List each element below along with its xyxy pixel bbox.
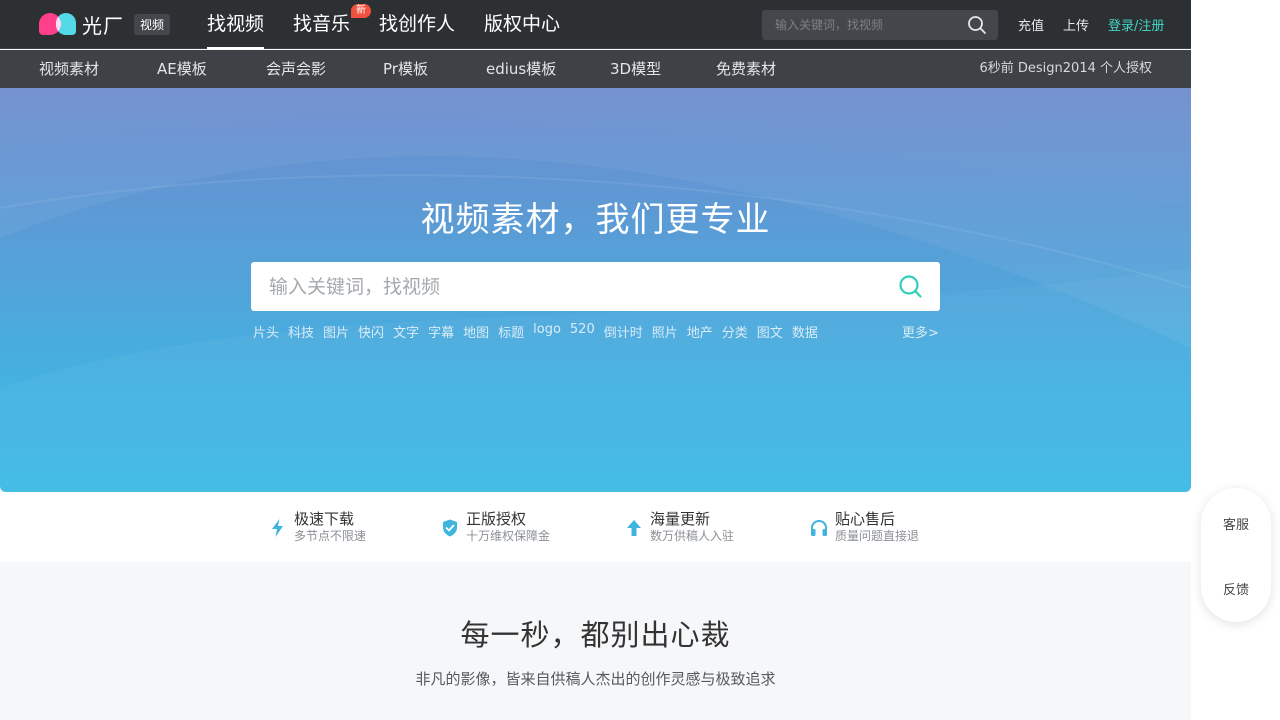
hot-tag[interactable]: 图片 [323, 322, 349, 341]
nav-item-label: 版权中心 [484, 13, 561, 35]
feature-after-sales: 贴心售后 质量问题直接退 [809, 510, 919, 544]
category-3d-models[interactable]: 3D模型 [610, 50, 661, 88]
customer-service-button[interactable]: 客服 [1201, 514, 1271, 533]
nav-item-label: 找音乐 [293, 13, 351, 35]
category-video-footage[interactable]: 视频素材 [39, 50, 99, 88]
top-links: 充值 上传 登录/注册 [1018, 0, 1164, 49]
nav-item-music[interactable]: 找音乐 新 [293, 0, 372, 49]
feature-subtitle: 质量问题直接退 [835, 529, 920, 543]
hot-tag[interactable]: 文字 [393, 322, 419, 341]
section-subtitle: 非凡的影像，皆来自供稿人杰出的创作灵感与极致追求 [415, 670, 776, 688]
hot-tag[interactable]: 分类 [722, 322, 748, 341]
lightning-icon [272, 519, 283, 537]
feature-title: 正版授权 [466, 510, 527, 528]
page: 光厂 视频 找视频 找音乐 新 找创作人 版权中心 输入关键词，找视频 充值 上… [0, 0, 1191, 720]
logo-mark-icon [38, 11, 78, 37]
top-search-box [762, 10, 998, 40]
new-badge: 新 [351, 4, 372, 18]
license-notice: 6秒前 Design2014 个人授权 [979, 61, 1152, 76]
nav-item-label: 找视频 [207, 13, 265, 35]
features-strip: 极速下载 多节点不限速 正版授权 十万维权保障金 海量更新 数万供稿人入驻 贴心… [0, 492, 1191, 562]
feedback-button[interactable]: 反馈 [1201, 579, 1271, 598]
brand-badge: 视频 [134, 13, 171, 35]
hero-title: 视频素材，我们更专业 [420, 200, 771, 240]
hero-banner: 视频素材，我们更专业 片头 科技 图片 快闪 文字 字幕 地图 标题 logo … [0, 88, 1191, 492]
section-title: 每一秒，都别出心裁 [460, 618, 731, 652]
feature-title: 海量更新 [650, 510, 711, 528]
brand-name: 光厂 [82, 13, 124, 38]
search-icon[interactable] [898, 274, 923, 299]
feature-subtitle: 数万供稿人入驻 [650, 529, 735, 543]
hero-search-box [251, 262, 940, 311]
feature-fast-download: 极速下载 多节点不限速 [268, 510, 366, 544]
side-widget: 客服 反馈 [1201, 488, 1271, 622]
category-ae-templates[interactable]: AE模板 [157, 50, 207, 88]
recharge-link[interactable]: 充值 [1018, 15, 1044, 34]
hot-tag[interactable]: 字幕 [428, 322, 454, 341]
hot-tags: 片头 科技 图片 快闪 文字 字幕 地图 标题 logo 520 倒计时 照片 … [253, 322, 827, 341]
hot-tag[interactable]: 快闪 [358, 322, 384, 341]
hero-search-input[interactable] [251, 262, 881, 311]
arrow-up-icon [627, 520, 641, 536]
hot-tag[interactable]: 片头 [253, 322, 279, 341]
top-search-input[interactable] [762, 10, 962, 40]
category-edius-templates[interactable]: edius模板 [486, 50, 556, 88]
top-navbar: 光厂 视频 找视频 找音乐 新 找创作人 版权中心 输入关键词，找视频 充值 上… [0, 0, 1191, 49]
category-pr-templates[interactable]: Pr模板 [383, 50, 428, 88]
category-nav: 视频素材 AE模板 会声会影 Pr模板 edius模板 3D模型 免费素材 6秒… [0, 50, 1191, 88]
feature-licensed: 正版授权 十万维权保障金 [440, 510, 550, 544]
hot-tag[interactable]: 图文 [757, 322, 783, 341]
feature-title: 极速下载 [294, 510, 355, 528]
main-nav: 找视频 找音乐 新 找创作人 版权中心 [207, 0, 589, 49]
shield-check-icon [443, 519, 457, 537]
nav-item-videos[interactable]: 找视频 [207, 0, 265, 49]
hot-tag[interactable]: 倒计时 [604, 322, 643, 341]
nav-item-label: 找创作人 [379, 13, 456, 35]
hot-tag[interactable]: 照片 [652, 322, 678, 341]
feature-updates: 海量更新 数万供稿人入驻 [624, 510, 734, 544]
hot-tag[interactable]: logo [533, 322, 561, 340]
category-corel-videostudio[interactable]: 会声会影 [266, 50, 326, 88]
hot-tag[interactable]: 地图 [463, 322, 489, 341]
brand-logo[interactable]: 光厂 视频 [38, 11, 171, 38]
nav-item-copyright[interactable]: 版权中心 [484, 0, 560, 49]
feature-title: 贴心售后 [835, 510, 896, 528]
headphones-icon [811, 519, 827, 536]
hot-tag[interactable]: 数据 [792, 322, 818, 341]
search-icon[interactable] [967, 15, 987, 35]
nav-item-creators[interactable]: 找创作人 [379, 0, 455, 49]
hot-tag[interactable]: 科技 [288, 322, 314, 341]
upload-link[interactable]: 上传 [1063, 15, 1089, 34]
hot-tag[interactable]: 520 [570, 322, 595, 340]
category-free-assets[interactable]: 免费素材 [716, 50, 776, 88]
login-register-link[interactable]: 登录/注册 [1108, 15, 1164, 34]
feature-subtitle: 十万维权保障金 [466, 529, 551, 543]
hot-tag[interactable]: 地产 [687, 322, 713, 341]
feature-subtitle: 多节点不限速 [294, 529, 367, 543]
hot-tag[interactable]: 标题 [498, 322, 524, 341]
more-tags-link[interactable]: 更多> [902, 322, 939, 341]
